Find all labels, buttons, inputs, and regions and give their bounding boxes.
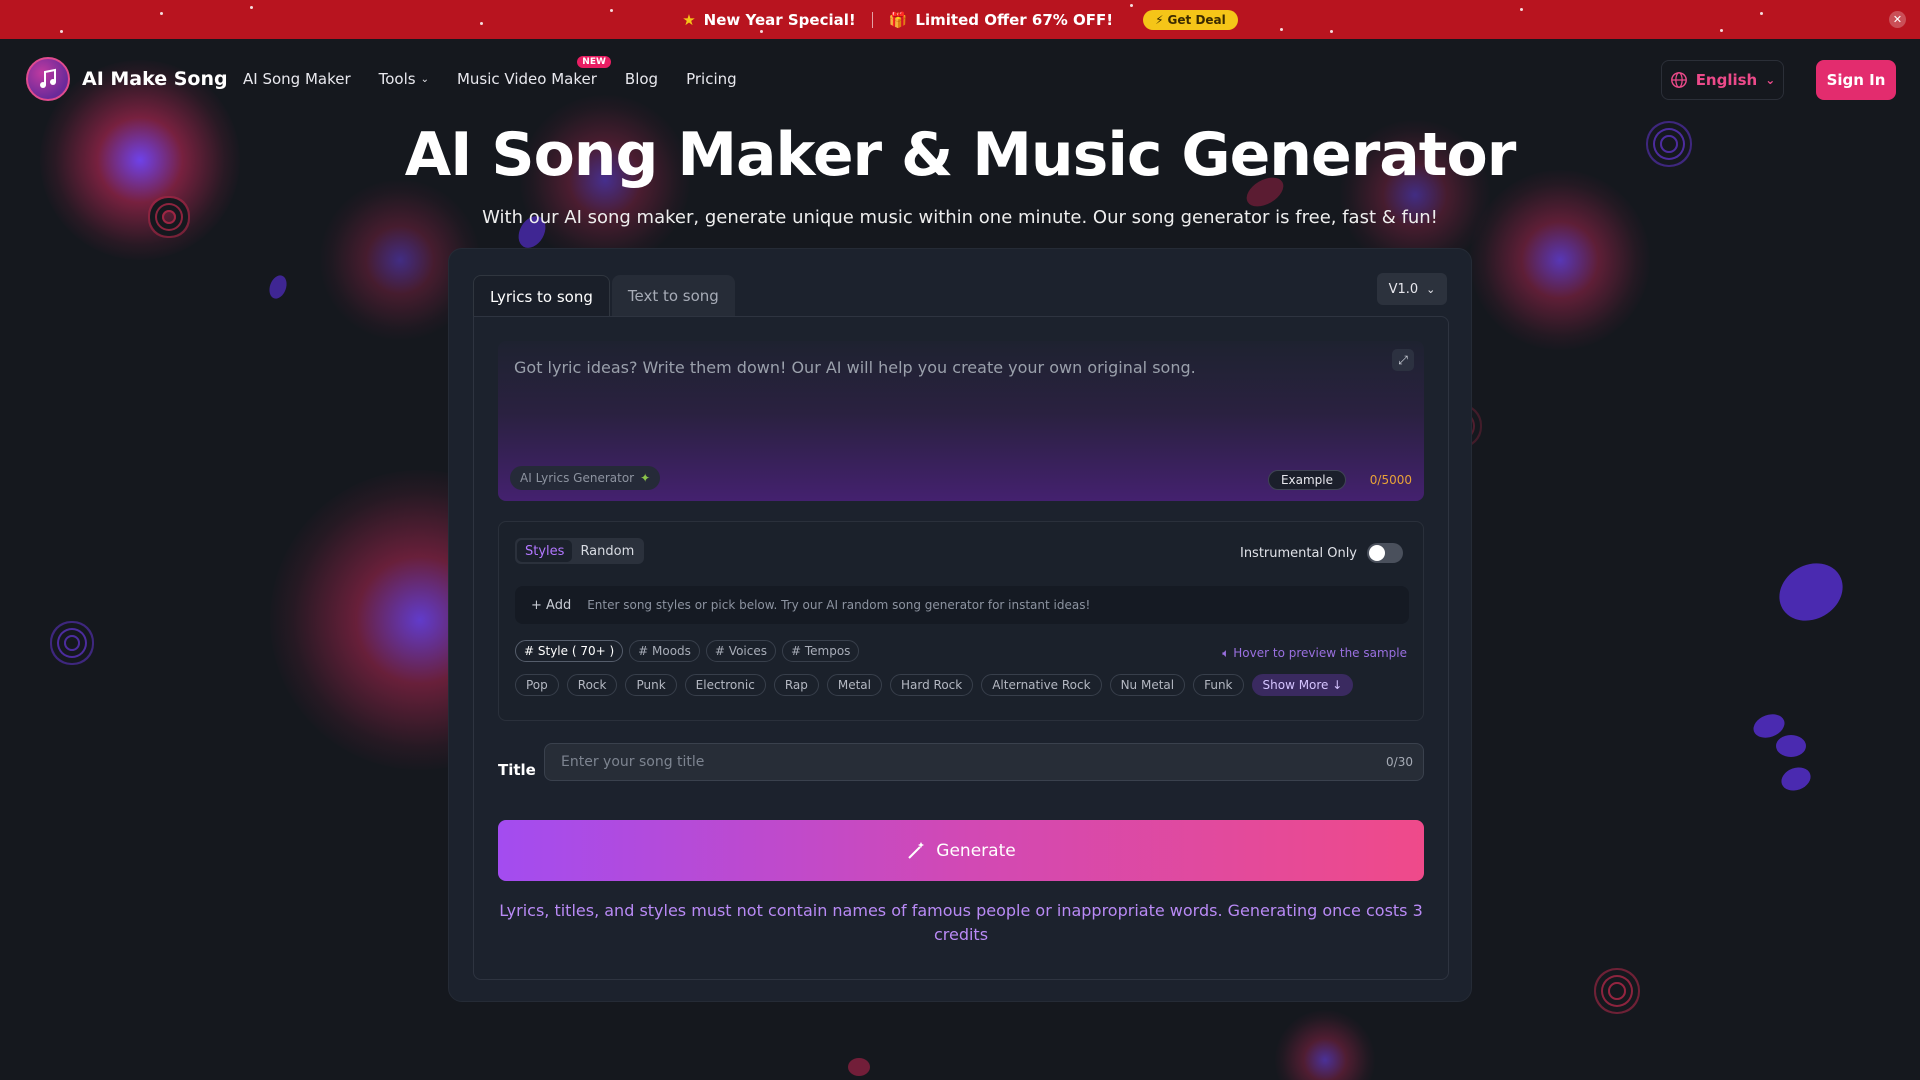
title-placeholder: Enter your song title — [561, 754, 705, 770]
brand-logo[interactable]: AI Make Song — [26, 57, 228, 101]
title-char-count: 0/30 — [1386, 755, 1413, 769]
mode-styles[interactable]: Styles — [517, 540, 573, 562]
preview-hint: 🔈︎ Hover to preview the sample — [1222, 646, 1407, 661]
main-nav: AI Song Maker Tools ⌄ Music Video Maker NE… — [243, 56, 737, 88]
style-input-placeholder: Enter song styles or pick below. Try our… — [587, 598, 1091, 612]
mode-tabs: Lyrics to song Text to song — [473, 275, 737, 317]
song-generator-card: Lyrics to song Text to song V1.0 ⌄ Got l… — [448, 248, 1472, 1002]
style-mode-toggle: Styles Random — [515, 538, 645, 564]
instrumental-only: Instrumental Only — [1240, 543, 1403, 563]
style-chip[interactable]: Pop — [515, 674, 559, 696]
gift-icon: 🎁 — [888, 10, 908, 29]
style-chip[interactable]: Nu Metal — [1109, 674, 1186, 696]
nav-tools[interactable]: Tools ⌄ — [379, 70, 429, 88]
site-header: AI Make Song AI Song Maker Tools ⌄ Music … — [0, 39, 1920, 121]
lyrics-placeholder: Got lyric ideas? Write them down! Our AI… — [514, 358, 1196, 377]
nav-ai-song-maker[interactable]: AI Song Maker — [243, 70, 351, 88]
get-deal-button[interactable]: ⚡ Get Deal — [1143, 9, 1238, 30]
promo-divider — [871, 11, 873, 28]
version-select[interactable]: V1.0 ⌄ — [1377, 273, 1447, 305]
nav-label: Pricing — [686, 70, 737, 88]
sign-in-button[interactable]: Sign In — [1816, 60, 1896, 100]
expand-icon[interactable]: ⤢ — [1392, 349, 1414, 371]
nav-blog[interactable]: Blog — [625, 70, 658, 88]
nav-label: Blog — [624, 70, 659, 88]
style-chip[interactable]: Alternative Rock — [981, 674, 1102, 696]
bolt-icon: ⚡ — [1155, 12, 1164, 27]
nav-label: Tools — [378, 70, 416, 88]
lyrics-textarea[interactable]: Got lyric ideas? Write them down! Our AI… — [498, 341, 1424, 501]
page-title: AI Song Maker & Music Generator — [404, 120, 1517, 190]
brand-name: AI Make Song — [82, 68, 228, 90]
sparkle-icon: ✦ — [640, 471, 651, 485]
chevron-down-icon: ⌄ — [420, 73, 429, 85]
style-categories: # Style ( 70+ ) # Moods # Voices # Tempo… — [515, 640, 860, 662]
category-tempos[interactable]: # Tempos — [781, 640, 860, 662]
language-selector[interactable]: English ⌄ — [1661, 60, 1784, 100]
title-label: Title — [498, 761, 536, 779]
content-notice: Lyrics, titles, and styles must not cont… — [499, 901, 1423, 944]
magic-wand-icon — [908, 841, 925, 859]
style-chip[interactable]: Rock — [566, 674, 618, 696]
category-moods[interactable]: # Moods — [629, 640, 700, 662]
styles-panel: Styles Random Instrumental Only + Add En… — [498, 521, 1424, 721]
speaker-icon: 🔈︎ — [1222, 646, 1230, 660]
chevron-down-icon: ⌄ — [1765, 73, 1776, 87]
song-title-input[interactable]: Enter your song title 0/30 — [544, 743, 1424, 781]
chevron-down-icon: ⌄ — [1426, 282, 1436, 296]
ai-lyrics-label: AI Lyrics Generator — [520, 471, 635, 485]
style-chips: Pop Rock Punk Electronic Rap Metal Hard … — [515, 674, 1354, 696]
promo-offer: 🎁 Limited Offer 67% OFF! — [889, 11, 1113, 29]
ai-lyrics-generator-button[interactable]: AI Lyrics Generator ✦ — [510, 466, 661, 490]
generate-button[interactable]: Generate — [498, 820, 1424, 881]
style-chip[interactable]: Punk — [625, 674, 677, 696]
star-icon: ★ — [682, 10, 696, 29]
nav-music-video-maker[interactable]: Music Video Maker NEW — [456, 56, 611, 88]
instrumental-label: Instrumental Only — [1239, 545, 1357, 561]
style-input[interactable]: + Add Enter song styles or pick below. T… — [515, 586, 1409, 624]
show-more-button[interactable]: Show More ↓ — [1251, 674, 1354, 696]
promo-banner: ★ New Year Special! 🎁 Limited Offer 67% … — [0, 0, 1920, 39]
new-badge: NEW — [577, 56, 611, 68]
category-voices[interactable]: # Voices — [705, 640, 776, 662]
instrumental-toggle[interactable] — [1367, 543, 1403, 563]
style-chip[interactable]: Rap — [773, 674, 819, 696]
preview-hint-text: Hover to preview the sample — [1233, 646, 1407, 660]
close-icon[interactable]: ✕ — [1889, 11, 1906, 28]
globe-icon — [1670, 72, 1687, 88]
style-chip[interactable]: Metal — [826, 674, 882, 696]
editor-panel: Got lyric ideas? Write them down! Our AI… — [473, 316, 1449, 980]
language-label: English — [1695, 71, 1758, 89]
style-chip[interactable]: Electronic — [684, 674, 766, 696]
example-button[interactable]: Example — [1267, 470, 1346, 490]
mode-random[interactable]: Random — [572, 540, 642, 562]
nav-label: AI Song Maker — [243, 70, 351, 88]
page-subtitle: With our AI song maker, generate unique … — [482, 207, 1438, 228]
nav-pricing[interactable]: Pricing — [686, 70, 737, 88]
generate-label: Generate — [936, 840, 1016, 861]
music-note-icon — [26, 57, 70, 101]
version-label: V1.0 — [1388, 281, 1419, 297]
lyrics-char-count: 0/5000 — [1369, 473, 1412, 487]
nav-label: Music Video Maker — [456, 70, 597, 88]
promo-offer-text: Limited Offer 67% OFF! — [915, 10, 1114, 29]
get-deal-label: Get Deal — [1167, 12, 1226, 27]
tab-text-to-song[interactable]: Text to song — [611, 275, 735, 317]
promo-special: ★ New Year Special! — [682, 11, 856, 29]
style-chip[interactable]: Funk — [1193, 674, 1244, 696]
tab-lyrics-to-song[interactable]: Lyrics to song — [473, 275, 610, 317]
style-chip[interactable]: Hard Rock — [890, 674, 974, 696]
add-style-button[interactable]: + Add — [515, 598, 587, 613]
category-style[interactable]: # Style ( 70+ ) — [515, 640, 624, 662]
promo-special-text: New Year Special! — [703, 10, 856, 29]
